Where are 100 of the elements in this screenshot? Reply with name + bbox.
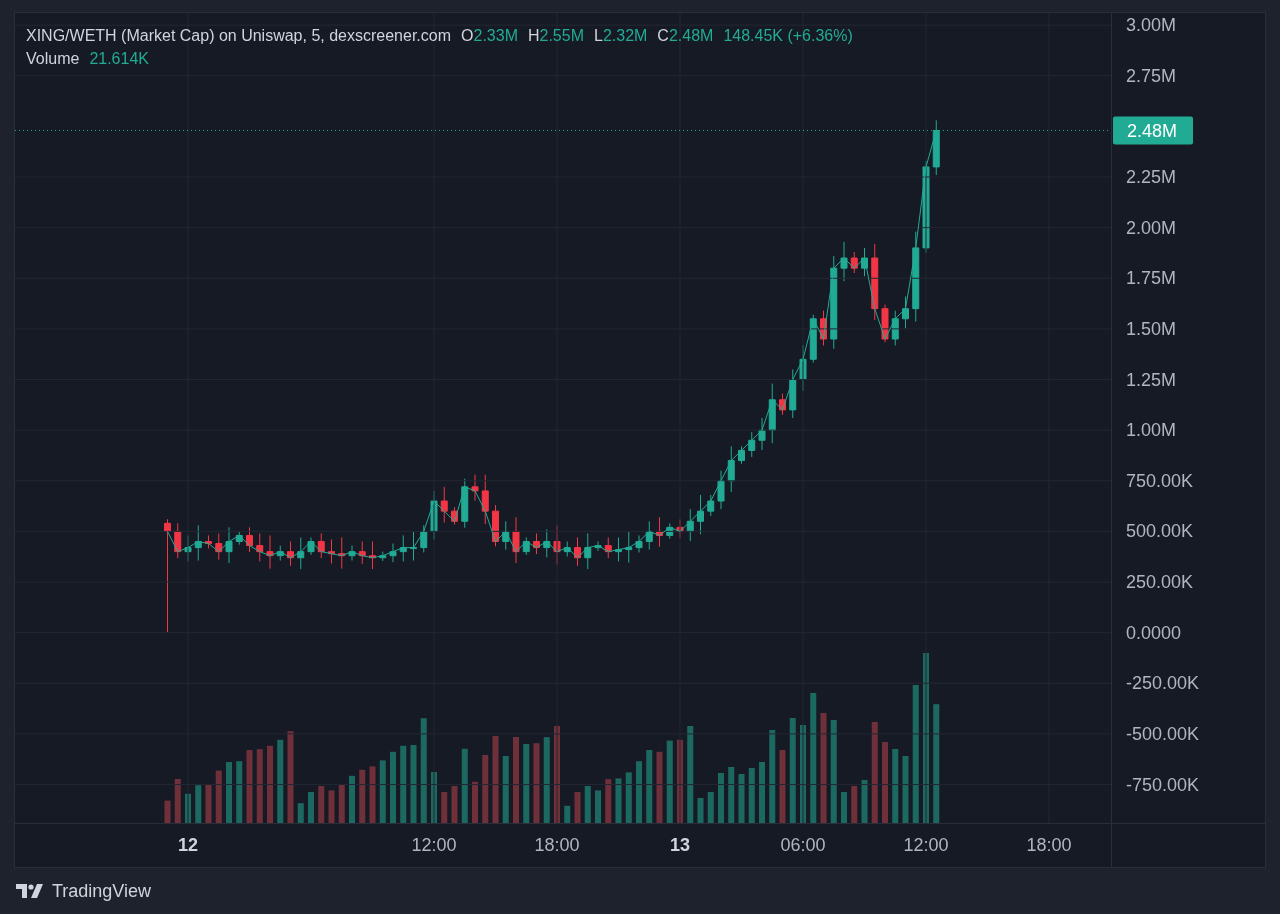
candle — [215, 532, 223, 561]
candle — [287, 541, 294, 567]
price-label: 2.48M — [1113, 116, 1193, 145]
candle — [379, 551, 387, 562]
candle — [235, 530, 243, 546]
candle — [820, 310, 827, 346]
candle — [225, 526, 233, 564]
candle — [666, 522, 674, 540]
candle — [717, 470, 725, 510]
chart-title: XING/WETH (Market Cap) on Uniswap, 5, dexscreener.com — [26, 27, 452, 45]
candle — [727, 445, 735, 493]
candle — [574, 537, 581, 567]
candle — [256, 532, 264, 562]
candle — [205, 534, 212, 549]
candle — [266, 534, 274, 570]
candle — [850, 251, 858, 274]
x-axis-label: 18:00 — [1026, 835, 1072, 855]
x-axis-label: 13 — [670, 835, 690, 855]
candle — [317, 532, 325, 559]
candle — [932, 119, 940, 176]
candle — [748, 431, 756, 458]
candle — [779, 393, 786, 416]
y-axis-label: 0.0000 — [1126, 622, 1182, 643]
candle — [492, 504, 499, 547]
candle — [522, 537, 530, 556]
candle — [615, 537, 622, 562]
y-axis-label: 1.75M — [1126, 268, 1177, 289]
candle — [707, 494, 715, 517]
candle — [471, 474, 479, 502]
x-axis-label: 06:00 — [780, 835, 826, 855]
candle — [502, 520, 510, 551]
y-axis-label: 250.00K — [1126, 572, 1194, 593]
candle — [543, 528, 551, 558]
candle — [348, 545, 356, 562]
candle — [399, 534, 407, 562]
candle — [635, 534, 643, 553]
volume-label: Volume — [26, 50, 80, 68]
y-axis-label: 1.25M — [1126, 369, 1177, 390]
candle — [656, 516, 663, 548]
x-axis-label: 12 — [178, 835, 198, 855]
y-axis-label: -750.00K — [1126, 774, 1200, 795]
y-axis-label: -250.00K — [1126, 673, 1200, 694]
candle — [881, 304, 889, 343]
candle — [461, 478, 469, 529]
y-axis-label: 1.50M — [1126, 318, 1177, 339]
brand-name: TradingView — [52, 880, 152, 902]
candle — [697, 494, 704, 535]
candle — [861, 247, 868, 277]
candle — [338, 537, 346, 570]
candle — [563, 541, 571, 557]
candle — [481, 474, 489, 525]
candle — [594, 541, 602, 552]
candle — [307, 537, 315, 556]
candle — [625, 530, 633, 564]
candle — [420, 524, 428, 553]
candle — [533, 532, 540, 555]
candle — [902, 296, 909, 329]
logo-icon — [16, 884, 44, 898]
candle — [604, 537, 612, 559]
x-axis-label: 12:00 — [411, 835, 457, 855]
candle — [246, 526, 253, 553]
candle — [328, 539, 335, 564]
ohlc-value: L2.32M — [594, 27, 648, 45]
candle — [891, 310, 899, 346]
y-axis-label: 3.00M — [1126, 15, 1177, 36]
candle — [768, 383, 776, 444]
candle — [451, 506, 458, 525]
candle — [297, 537, 305, 570]
y-axis-label: 1.00M — [1126, 420, 1177, 441]
volume-value: 21.614K — [89, 50, 149, 68]
y-axis-label: -500.00K — [1126, 723, 1200, 744]
candle — [789, 368, 797, 419]
y-axis-label: 750.00K — [1126, 470, 1194, 491]
ref-line-label: 2.48M — [1127, 121, 1178, 142]
candle — [276, 545, 284, 562]
y-axis-label: 500.00K — [1126, 521, 1194, 542]
candle — [389, 543, 397, 563]
candle — [738, 445, 745, 465]
candle — [369, 541, 376, 570]
candle — [809, 314, 817, 363]
candle — [512, 516, 520, 564]
candle — [645, 520, 653, 551]
ohlc-value: H2.55M — [527, 27, 584, 45]
candle — [174, 522, 182, 559]
candle — [358, 541, 366, 565]
candle — [584, 532, 592, 570]
ohlc-value: C2.48M — [657, 27, 714, 45]
candle — [686, 508, 694, 542]
x-axis-label: 12:00 — [903, 835, 949, 855]
y-axis-label: 2.25M — [1126, 167, 1177, 187]
candle — [758, 417, 766, 451]
x-axis-label: 18:00 — [534, 835, 580, 855]
candle — [194, 524, 202, 562]
candle — [440, 486, 448, 523]
ohlc-value: O2.33M — [461, 27, 518, 45]
y-axis-label: 2.75M — [1126, 65, 1177, 86]
y-axis-label: 2.00M — [1126, 217, 1177, 238]
candle — [410, 530, 417, 562]
change-value: 148.45K (+6.36%) — [723, 27, 853, 45]
candle — [840, 241, 848, 282]
